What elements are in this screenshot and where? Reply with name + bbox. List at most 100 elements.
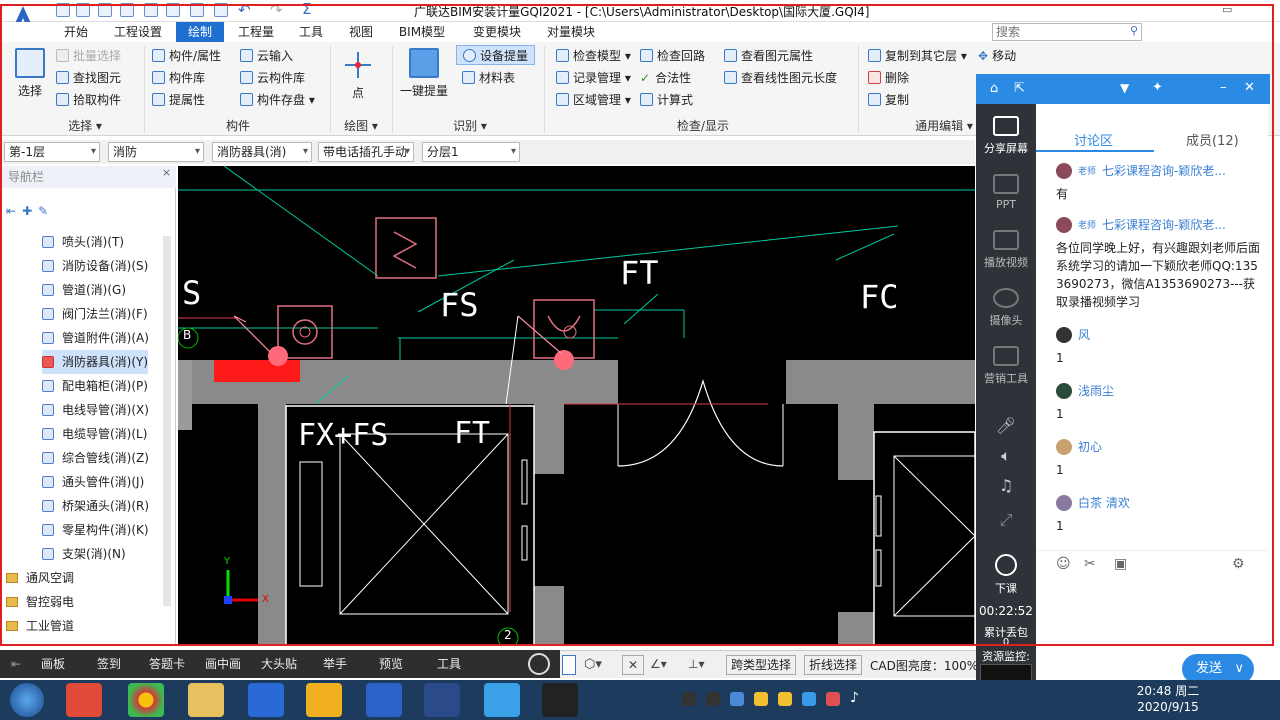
component-select[interactable]: 带电话插孔手动 xyxy=(318,142,414,162)
group-select-label[interactable]: 选择 ▾ xyxy=(40,118,130,134)
polyline-select-button[interactable]: 折线选择 xyxy=(804,655,863,675)
cad-canvas[interactable]: S FS FT FC B FX+FS FT 2 Y X xyxy=(178,166,975,646)
tab-change-module[interactable]: 变更模块 xyxy=(464,22,530,42)
speaker-icon[interactable]: 🔈︎ xyxy=(976,446,1036,466)
material-table-button[interactable]: 材料表 xyxy=(462,68,515,88)
restore-icon[interactable]: ▭ xyxy=(1222,3,1232,16)
nav-item-valve[interactable]: 阀门法兰(消)(F) xyxy=(42,302,148,326)
power-icon[interactable] xyxy=(528,653,550,675)
notification-icon[interactable]: ♪ xyxy=(850,690,859,706)
copy-to-floor-button[interactable]: 复制到其它层 ▾ xyxy=(868,46,967,66)
music-icon[interactable]: ♫ xyxy=(976,476,1036,495)
explorer-icon[interactable] xyxy=(188,683,224,717)
tray-icon[interactable] xyxy=(682,692,696,706)
expand-all-icon[interactable]: ✚ xyxy=(22,204,38,218)
point-button[interactable]: 点 xyxy=(338,50,378,101)
raise-hand-button[interactable]: 举手 xyxy=(314,650,356,678)
input-box[interactable] xyxy=(562,655,576,675)
close-icon[interactable]: ✕ xyxy=(1244,80,1255,95)
cross-icon[interactable]: ✕ xyxy=(622,655,644,675)
legality-button[interactable]: ✓ 合法性 xyxy=(640,68,691,88)
search-input[interactable] xyxy=(993,24,1121,40)
nav-item-cable-conduit[interactable]: 电缆导管(消)(L) xyxy=(42,422,147,446)
collapse-icon[interactable]: ⇤ xyxy=(6,650,26,678)
end-class-button[interactable]: 下课 xyxy=(976,554,1036,596)
tab-start[interactable]: 开始 xyxy=(54,22,98,42)
component-lib-button[interactable]: 构件库 xyxy=(152,68,205,88)
nav-item-combined-pipeline[interactable]: 综合管线(消)(Z) xyxy=(42,446,149,470)
move-button[interactable]: ✥ 移动 xyxy=(978,46,1016,66)
nav-item-fire-devices[interactable]: 消防器具(消)(Y) xyxy=(42,350,149,374)
scissors-icon[interactable]: ✂ xyxy=(1084,556,1096,572)
nav-folder-weak-current[interactable]: 智控弱电 xyxy=(6,590,74,614)
image-icon[interactable]: ▣ xyxy=(1114,556,1127,572)
component-store-button[interactable]: 构件存盘 ▾ xyxy=(240,90,315,110)
calc-icon[interactable] xyxy=(190,3,204,17)
redo-icon[interactable]: ↷ xyxy=(270,1,283,19)
tools-button[interactable]: 工具 xyxy=(428,650,470,678)
camera-button[interactable]: 摄像头 xyxy=(976,288,1036,328)
save-as-icon[interactable] xyxy=(120,3,134,17)
nav-item-fitting[interactable]: 通头管件(消)(J) xyxy=(42,470,144,494)
print-icon[interactable] xyxy=(144,3,158,17)
extract-prop-button[interactable]: 提属性 xyxy=(152,90,205,110)
preview-button[interactable]: 预览 xyxy=(370,650,412,678)
nav-item-sprinkler[interactable]: 喷头(消)(T) xyxy=(42,230,124,254)
check-model-button[interactable]: 检查模型 ▾ xyxy=(556,46,631,66)
save-icon[interactable] xyxy=(98,3,112,17)
dropdown-icon[interactable]: ▼ xyxy=(1120,81,1129,95)
offset-icon[interactable]: ⊥▾ xyxy=(688,657,704,671)
whiteboard-button[interactable]: 画板 xyxy=(32,650,74,678)
one-click-quantity-button[interactable]: 一键提量 xyxy=(398,48,450,99)
nav-folder-hvac[interactable]: 通风空调 xyxy=(6,566,74,590)
select-button[interactable]: 选择 xyxy=(10,48,50,99)
app-icon-1[interactable] xyxy=(66,683,102,717)
tab-bim-model[interactable]: BIM模型 xyxy=(390,22,454,42)
share-screen-button[interactable]: 分享屏幕 xyxy=(976,116,1036,156)
sublayer-select[interactable]: 分层1 xyxy=(422,142,520,162)
nav-close-icon[interactable]: × xyxy=(162,166,171,179)
camera-app-icon[interactable] xyxy=(542,683,578,717)
open-icon[interactable] xyxy=(76,3,90,17)
cube-icon[interactable]: ⬡▾ xyxy=(584,657,602,672)
nav-item-tray-fitting[interactable]: 桥架通头(消)(R) xyxy=(42,494,149,518)
marketing-tools-button[interactable]: 营销工具 xyxy=(976,346,1036,386)
tab-reconcile-module[interactable]: 对量模块 xyxy=(538,22,604,42)
undo-icon[interactable]: ↶ xyxy=(238,1,251,19)
tray-icon[interactable] xyxy=(826,692,840,706)
cross-type-select-button[interactable]: 跨类型选择 xyxy=(726,655,797,675)
nav-item-misc[interactable]: 零星构件(消)(K) xyxy=(42,518,149,542)
tray-icon[interactable] xyxy=(754,692,768,706)
cloud-input-button[interactable]: 云输入 xyxy=(240,46,293,66)
tab-draw[interactable]: 绘制 xyxy=(176,22,224,42)
record-manage-button[interactable]: 记录管理 ▾ xyxy=(556,68,631,88)
start-button[interactable] xyxy=(10,683,44,717)
device-quantity-button[interactable]: 设备提量 xyxy=(456,45,536,65)
share-out-icon[interactable]: ⇱ xyxy=(1014,81,1025,96)
nav-item-distribution-box[interactable]: 配电箱柜(消)(P) xyxy=(42,374,148,398)
tab-view[interactable]: 视图 xyxy=(340,22,382,42)
linear-length-button[interactable]: 查看线性图元长度 xyxy=(724,68,837,88)
nav-folder-industrial-pipe[interactable]: 工业管道 xyxy=(6,614,74,638)
ppt-button[interactable]: PPT xyxy=(976,174,1036,211)
sticker-button[interactable]: 大头贴 xyxy=(254,650,304,678)
home-icon[interactable]: ⌂ xyxy=(990,81,998,96)
group-draw-label[interactable]: 绘图 ▾ xyxy=(332,118,390,134)
video-app-icon[interactable] xyxy=(484,683,520,717)
floor-select[interactable]: 第-1层 xyxy=(4,142,100,162)
sum-icon[interactable]: Σ xyxy=(302,0,311,18)
table-icon[interactable] xyxy=(214,3,228,17)
screenshot-icon[interactable] xyxy=(166,3,180,17)
find-element-button[interactable]: 查找图元 xyxy=(56,68,121,88)
new-icon[interactable] xyxy=(56,3,70,17)
batch-select-button[interactable]: 批量选择 xyxy=(56,46,121,66)
angle-icon[interactable]: ∠▾ xyxy=(650,657,667,671)
minimize-icon[interactable]: – xyxy=(1220,80,1227,95)
copy-button[interactable]: 复制 xyxy=(868,90,909,110)
mic-icon[interactable]: 🎤︎ xyxy=(976,416,1036,435)
tab-tools[interactable]: 工具 xyxy=(290,22,332,42)
collapse-all-icon[interactable]: ⇤ xyxy=(6,204,22,218)
fullscreen-icon[interactable]: ⤢ xyxy=(976,510,1036,530)
nav-item-pipe[interactable]: 管道(消)(G) xyxy=(42,278,126,302)
delete-button[interactable]: 删除 xyxy=(868,68,909,88)
